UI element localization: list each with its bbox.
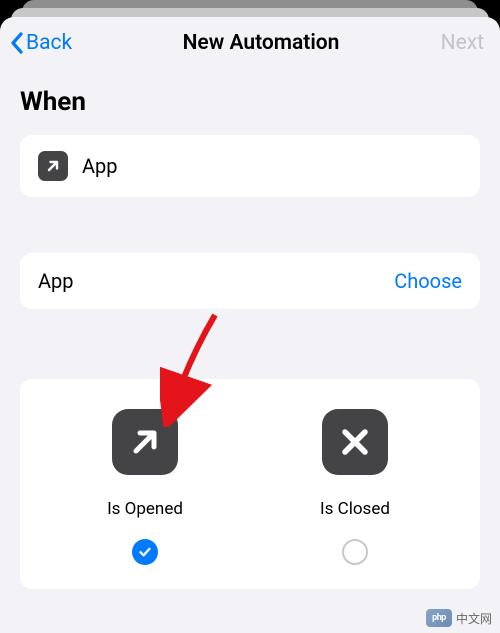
option-is-closed[interactable]: Is Closed xyxy=(250,409,460,565)
watermark-logo-icon: php xyxy=(426,609,452,627)
app-selector-label: App xyxy=(38,269,74,293)
radio-opened[interactable] xyxy=(132,539,158,565)
close-x-icon xyxy=(322,409,388,475)
option-opened-label: Is Opened xyxy=(107,499,183,519)
page-title: New Automation xyxy=(98,31,424,55)
app-open-icon xyxy=(38,151,68,181)
navigation-bar: Back New Automation Next xyxy=(0,17,500,69)
chevron-left-icon xyxy=(8,32,24,54)
trigger-row: App xyxy=(38,151,462,181)
modal-sheet: Back New Automation Next When App App Ch… xyxy=(0,17,500,633)
app-selector-row: App Choose xyxy=(38,269,462,293)
choose-link[interactable]: Choose xyxy=(394,269,462,293)
next-button[interactable]: Next xyxy=(424,31,484,55)
back-label: Back xyxy=(26,31,72,55)
app-selector-card[interactable]: App Choose xyxy=(20,253,480,309)
option-is-opened[interactable]: Is Opened xyxy=(40,409,250,565)
radio-closed[interactable] xyxy=(342,539,368,565)
watermark: php 中文网 xyxy=(426,609,492,627)
back-button[interactable]: Back xyxy=(8,31,98,55)
option-closed-label: Is Closed xyxy=(320,499,390,519)
trigger-card[interactable]: App xyxy=(20,135,480,197)
content-area: When App App Choose xyxy=(0,69,500,589)
section-header-when: When xyxy=(20,87,480,117)
arrow-out-icon xyxy=(112,409,178,475)
watermark-text: 中文网 xyxy=(456,610,492,627)
options-card: Is Opened Is Closed xyxy=(20,379,480,589)
trigger-label: App xyxy=(82,154,118,178)
